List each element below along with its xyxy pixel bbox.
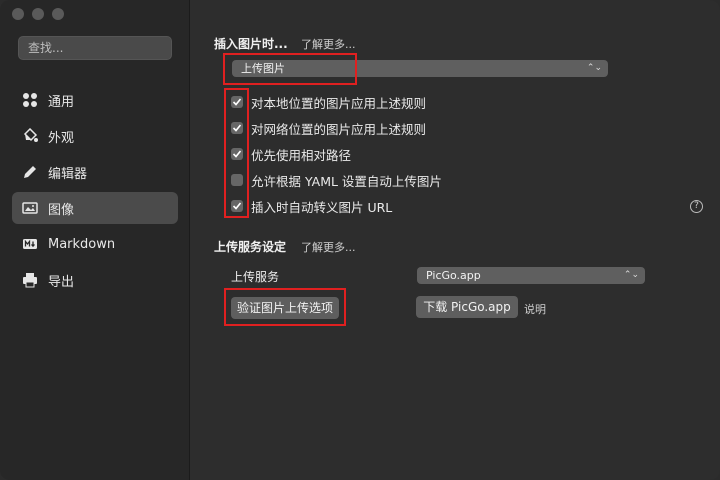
search-input[interactable]: 查找... bbox=[18, 36, 172, 60]
sidebar-item-editor[interactable]: 编辑器 bbox=[12, 156, 178, 188]
option-label: 对网络位置的图片应用上述规则 bbox=[251, 121, 427, 137]
upload-service-select[interactable]: PicGo.app ⌃⌄ bbox=[417, 267, 645, 284]
preferences-content: 插入图片时... 了解更多... 上传图片 ⌃⌄ 对本地位置的图片应用上述规则 … bbox=[191, 0, 720, 480]
sidebar-item-image[interactable]: 图像 bbox=[12, 192, 178, 224]
upload-service-label: 上传服务 bbox=[231, 270, 280, 284]
checkbox-checked[interactable] bbox=[231, 200, 243, 212]
printer-icon bbox=[22, 272, 38, 288]
learn-more-link[interactable]: 了解更多... bbox=[301, 36, 356, 52]
insert-action-value: 上传图片 bbox=[241, 62, 285, 75]
option-label: 对本地位置的图片应用上述规则 bbox=[251, 95, 427, 111]
sidebar-item-export[interactable]: 导出 bbox=[12, 264, 178, 296]
option-local-images[interactable]: 对本地位置的图片应用上述规则 bbox=[231, 93, 426, 111]
upload-service-value: PicGo.app bbox=[426, 269, 481, 282]
insert-image-title: 插入图片时... bbox=[214, 37, 288, 51]
sidebar-item-label: 导出 bbox=[48, 274, 75, 290]
option-label: 优先使用相对路径 bbox=[251, 147, 352, 163]
sidebar-item-label: 通用 bbox=[48, 94, 75, 110]
verify-upload-button[interactable]: 验证图片上传选项 bbox=[231, 297, 339, 319]
option-escape-url[interactable]: 插入时自动转义图片 URL bbox=[231, 197, 392, 215]
help-icon[interactable]: ? bbox=[690, 200, 703, 213]
paint-bucket-icon bbox=[22, 128, 38, 144]
sidebar-item-label: 编辑器 bbox=[48, 166, 88, 182]
sidebar-item-label: 外观 bbox=[48, 130, 75, 146]
insert-action-select[interactable]: 上传图片 ⌃⌄ bbox=[232, 60, 608, 77]
sidebar-item-markdown[interactable]: Markdown bbox=[12, 228, 178, 260]
sidebar: 查找... 通用 外观 编辑器 图像 Markdown 导出 bbox=[0, 0, 190, 480]
sidebar-item-general[interactable]: 通用 bbox=[12, 84, 178, 116]
sidebar-nav: 通用 外观 编辑器 图像 Markdown 导出 bbox=[12, 84, 178, 300]
window-controls bbox=[12, 8, 64, 20]
explain-link[interactable]: 说明 bbox=[524, 301, 546, 317]
sidebar-item-label: Markdown bbox=[48, 236, 116, 252]
download-picgo-button[interactable]: 下载 PicGo.app bbox=[416, 296, 518, 318]
checkbox-checked[interactable] bbox=[231, 122, 243, 134]
sidebar-item-appearance[interactable]: 外观 bbox=[12, 120, 178, 152]
option-label: 插入时自动转义图片 URL bbox=[251, 199, 393, 215]
option-yaml-upload[interactable]: 允许根据 YAML 设置自动上传图片 bbox=[231, 171, 442, 189]
option-relative-path[interactable]: 优先使用相对路径 bbox=[231, 145, 351, 163]
option-network-images[interactable]: 对网络位置的图片应用上述规则 bbox=[231, 119, 426, 137]
option-label: 允许根据 YAML 设置自动上传图片 bbox=[251, 173, 442, 189]
select-arrows-icon: ⌃⌄ bbox=[586, 63, 602, 73]
checkbox-checked[interactable] bbox=[231, 148, 243, 160]
upload-service-title: 上传服务设定 bbox=[214, 240, 287, 254]
grid-icon bbox=[22, 92, 38, 108]
pencil-icon bbox=[22, 164, 38, 180]
select-arrows-icon: ⌃⌄ bbox=[623, 270, 639, 280]
preferences-window: 查找... 通用 外观 编辑器 图像 Markdown 导出 插入图片时... … bbox=[0, 0, 720, 480]
markdown-icon bbox=[22, 236, 38, 252]
sidebar-item-label: 图像 bbox=[48, 202, 75, 218]
checkbox-checked[interactable] bbox=[231, 96, 243, 108]
zoom-window-button[interactable] bbox=[52, 8, 64, 20]
checkbox-unchecked[interactable] bbox=[231, 174, 243, 186]
image-icon bbox=[22, 200, 38, 216]
minimize-window-button[interactable] bbox=[32, 8, 44, 20]
learn-more-link[interactable]: 了解更多... bbox=[301, 239, 356, 255]
close-window-button[interactable] bbox=[12, 8, 24, 20]
